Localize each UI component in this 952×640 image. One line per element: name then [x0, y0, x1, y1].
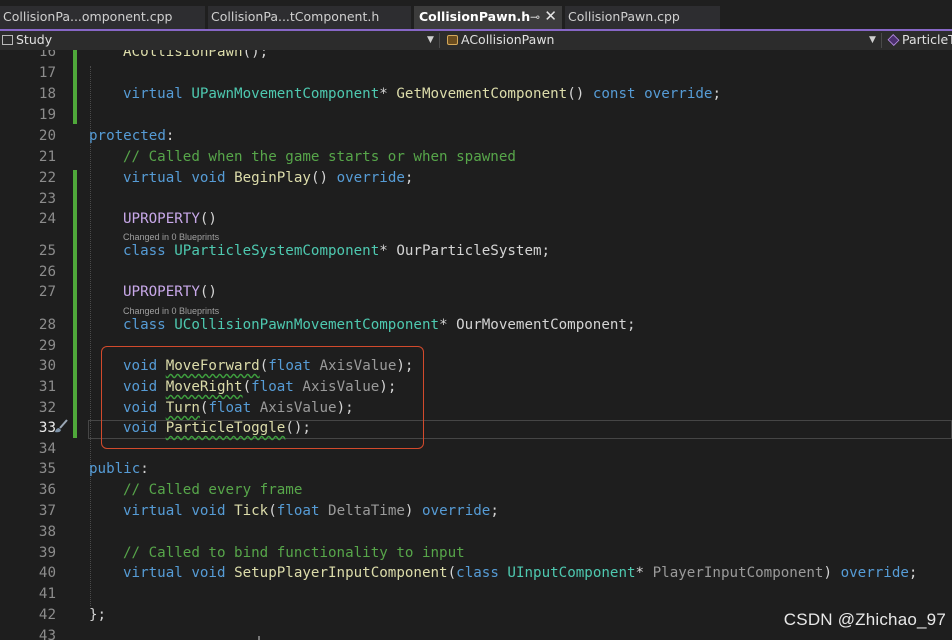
code-line-16[interactable]: 16 ACollisionPawn();	[0, 50, 952, 65]
navigation-bar: Study ▼ ACollisionPawn ▼ ParticleT	[0, 31, 952, 50]
class-icon	[447, 35, 458, 45]
line-number: 19	[38, 107, 56, 123]
macro-uproperty: UPROPERTY	[123, 284, 200, 300]
macro-uproperty: UPROPERTY	[123, 211, 200, 227]
highlight-annotation-box	[101, 346, 424, 449]
code-line-37[interactable]: 37 virtual void Tick(float DeltaTime) ov…	[0, 503, 952, 524]
line-number: 22	[38, 170, 56, 186]
code-line-20[interactable]: 20 protected:	[0, 128, 952, 149]
code-comment: // Called to bind functionality to input	[123, 545, 465, 561]
access-specifier: public	[89, 461, 141, 477]
project-dropdown[interactable]: Study	[2, 31, 52, 50]
line-number: 36	[38, 482, 56, 498]
class-scope-label: ACollisionPawn	[461, 32, 555, 47]
code-line-28[interactable]: 28 class UCollisionPawnMovementComponent…	[0, 317, 952, 338]
line-number: 25	[38, 243, 56, 259]
tab-collisionpawnmovementcomponent-h[interactable]: CollisionPa...tComponent.h	[208, 6, 411, 29]
line-number: 43	[38, 628, 56, 640]
method-icon	[887, 34, 900, 46]
line-number: 33	[38, 420, 56, 436]
line-number: 26	[38, 264, 56, 280]
code-line-25[interactable]: 25 class UParticleSystemComponent* OurPa…	[0, 243, 952, 264]
watermark-text: CSDN @Zhichao_97	[783, 610, 946, 629]
code-line-36[interactable]: 36 // Called every frame	[0, 482, 952, 503]
project-label: Study	[16, 32, 53, 47]
line-number: 18	[38, 86, 56, 102]
class-scope-dropdown[interactable]: ACollisionPawn	[447, 31, 554, 50]
line-number: 34	[38, 441, 56, 457]
tab-label: CollisionPa...omponent.cpp	[3, 9, 173, 24]
code-line-24[interactable]: 24 UPROPERTY()	[0, 211, 952, 232]
constructor-name: ACollisionPawn	[123, 50, 243, 60]
code-line-17[interactable]: 17	[0, 65, 952, 86]
line-number: 31	[38, 379, 56, 395]
line-number: 38	[38, 524, 56, 540]
line-number: 32	[38, 400, 56, 416]
nav-divider	[881, 33, 882, 48]
code-line-41[interactable]: 41	[0, 586, 952, 607]
codelens-blueprint-hint[interactable]: Changed in 0 Blueprints	[123, 231, 219, 243]
nav-divider	[439, 33, 440, 48]
document-tab-strip: CollisionPa...omponent.cpp CollisionPa..…	[0, 0, 952, 29]
chevron-down-icon[interactable]: ▼	[427, 31, 434, 50]
code-line-39[interactable]: 39 // Called to bind functionality to in…	[0, 545, 952, 566]
tab-label: CollisionPa...tComponent.h	[211, 9, 380, 24]
line-number: 29	[38, 338, 56, 354]
code-line-21[interactable]: 21 // Called when the game starts or whe…	[0, 149, 952, 170]
quick-actions-brush-icon[interactable]	[52, 419, 70, 435]
close-icon[interactable]: ✕	[544, 6, 557, 27]
line-number: 40	[38, 565, 56, 581]
code-comment: // Called every frame	[123, 482, 303, 498]
code-line-22[interactable]: 22 virtual void BeginPlay() override;	[0, 170, 952, 191]
code-line-19[interactable]: 19	[0, 107, 952, 128]
line-number: 17	[38, 65, 56, 81]
line-number: 24	[38, 211, 56, 227]
line-number: 28	[38, 317, 56, 333]
tab-label: CollisionPawn.cpp	[568, 9, 680, 24]
tab-collisionpawnmovementcomponent-cpp[interactable]: CollisionPa...omponent.cpp	[0, 6, 205, 29]
code-line-26[interactable]: 26	[0, 264, 952, 285]
member-dropdown[interactable]: ParticleT	[887, 31, 952, 50]
code-line-40[interactable]: 40 virtual void SetupPlayerInputComponen…	[0, 565, 952, 586]
code-comment: // Called when the game starts or when s…	[123, 149, 516, 165]
line-number: 27	[38, 284, 56, 300]
code-line-38[interactable]: 38	[0, 524, 952, 545]
tab-collisionpawn-h[interactable]: CollisionPawn.h ⊸ ✕	[414, 6, 562, 29]
code-line-23[interactable]: 23	[0, 191, 952, 212]
line-number: 21	[38, 149, 56, 165]
chevron-down-icon[interactable]: ▼	[869, 31, 876, 50]
line-number: 23	[38, 191, 56, 207]
line-number: 42	[38, 607, 56, 623]
access-specifier: protected	[89, 128, 166, 144]
codelens-blueprint-hint[interactable]: Changed in 0 Blueprints	[123, 305, 219, 317]
member-label: ParticleT	[902, 32, 952, 47]
line-number: 41	[38, 586, 56, 602]
code-editor[interactable]: 16 ACollisionPawn(); 17 18 virtual UPawn…	[0, 50, 952, 640]
line-number: 35	[38, 461, 56, 477]
scroll-marker	[258, 636, 260, 640]
code-line-27[interactable]: 27 UPROPERTY()	[0, 284, 952, 305]
line-number: 39	[38, 545, 56, 561]
code-line-35[interactable]: 35 public:	[0, 461, 952, 482]
code-line-18[interactable]: 18 virtual UPawnMovementComponent* GetMo…	[0, 86, 952, 107]
line-number: 30	[38, 358, 56, 374]
line-number: 20	[38, 128, 56, 144]
line-number: 37	[38, 503, 56, 519]
line-number: 16	[38, 50, 56, 60]
tab-label: CollisionPawn.h	[419, 9, 531, 24]
project-icon	[2, 35, 13, 45]
pin-icon[interactable]: ⊸	[530, 6, 540, 28]
tab-collisionpawn-cpp[interactable]: CollisionPawn.cpp	[565, 6, 720, 29]
